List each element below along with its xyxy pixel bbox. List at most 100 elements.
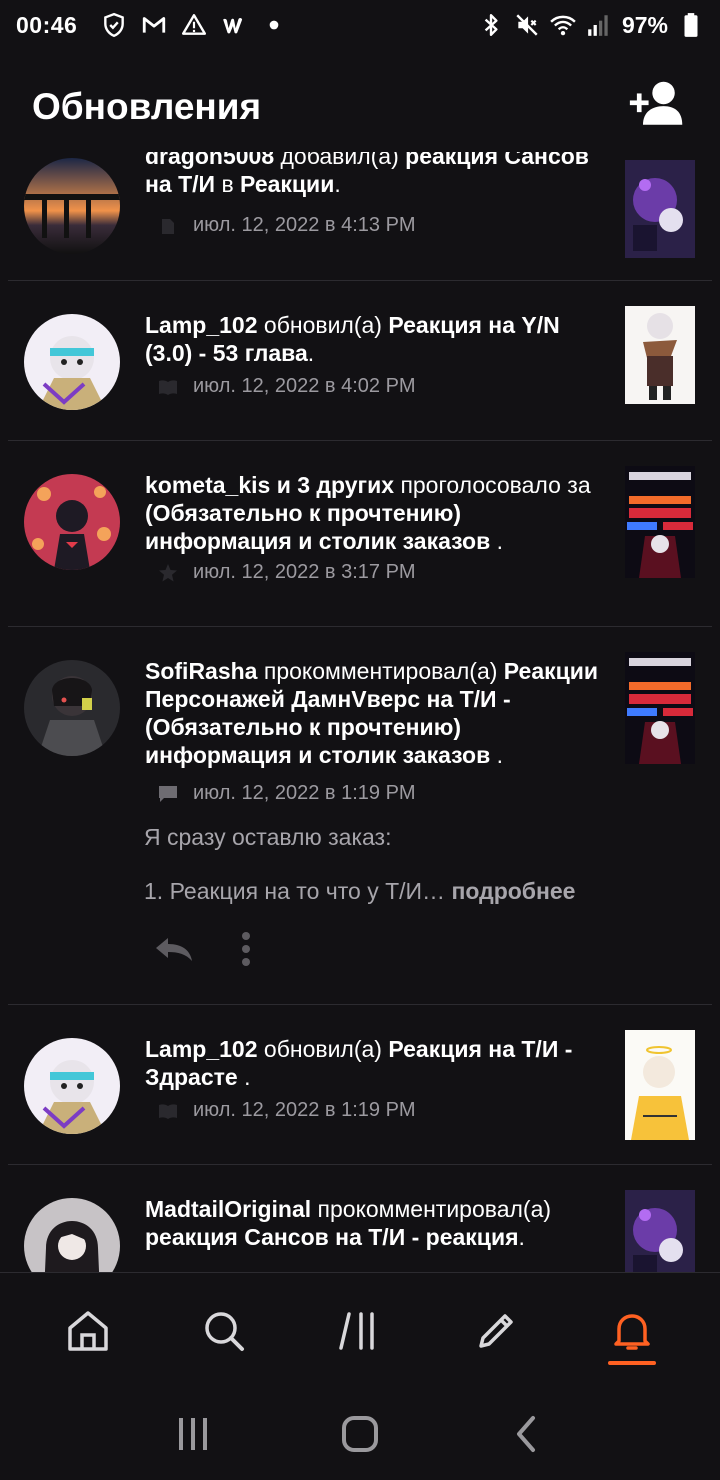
update-action: прокомментировал(а) [263, 658, 498, 684]
battery-icon [678, 12, 704, 38]
comment-preview: Я сразу оставлю заказ: 1. Реакция на то … [144, 823, 614, 905]
update-text: Lamp_102 обновил(а) Реакция на Т/И - Здр… [145, 1035, 605, 1091]
update-time: июл. 12, 2022 в 3:17 PM [193, 561, 416, 583]
app-header: Обновления [0, 62, 720, 152]
bluetooth-icon [478, 12, 504, 38]
update-action: обновил(а) [263, 1036, 382, 1062]
add-friend-icon [629, 81, 683, 125]
username[interactable]: dragon5008 [145, 152, 274, 169]
story-title[interactable]: реакция Сансов на Т/И - реакция [145, 1224, 519, 1250]
back-button[interactable] [497, 1404, 557, 1464]
update-suffix: . [307, 340, 315, 366]
nav-notifications[interactable] [592, 1291, 672, 1371]
reply-icon [156, 938, 192, 961]
mute-icon [514, 12, 540, 38]
list-item[interactable]: SofiRasha прокомментировал(а) Реакции Пе… [8, 627, 712, 1005]
story-title[interactable]: (Обязательно к прочтению) информация и с… [145, 500, 490, 554]
update-meta: июл. 12, 2022 в 1:19 PM [157, 782, 416, 805]
username[interactable]: kometa_kis и 3 других [145, 472, 394, 498]
avatar[interactable] [24, 660, 120, 756]
recents-button[interactable] [163, 1404, 223, 1464]
list-item[interactable]: Lamp_102 обновил(а) Реакция на Т/И - Здр… [8, 1005, 712, 1165]
update-suffix: . [518, 1224, 525, 1250]
nav-write[interactable] [456, 1291, 536, 1371]
update-action: проголосовало за [400, 472, 591, 498]
story-cover[interactable] [625, 1190, 695, 1272]
update-text: MadtailOriginal прокомментировал(а) реак… [145, 1195, 605, 1251]
list-item[interactable]: Lamp_102 обновил(а) Реакция на Y/N (3.0)… [8, 281, 712, 441]
avatar[interactable] [24, 314, 120, 410]
battery-percent: 97% [621, 11, 668, 38]
active-tab-indicator [608, 1360, 656, 1365]
reading-list-icon [157, 215, 179, 237]
more-options-button[interactable] [240, 931, 252, 972]
story-cover[interactable] [625, 652, 695, 764]
page-title: Обновления [32, 86, 262, 127]
nav-search[interactable] [184, 1291, 264, 1371]
update-suffix: . [496, 528, 503, 554]
update-action: обновил(а) [263, 312, 382, 338]
username[interactable]: MadtailOriginal [145, 1196, 311, 1222]
home-button[interactable] [330, 1404, 390, 1464]
comment-line: 1. Реакция на то что у Т/И… [144, 878, 446, 904]
dot-icon [261, 12, 287, 38]
more-vertical-icon [242, 932, 250, 966]
username[interactable]: Lamp_102 [145, 1036, 258, 1062]
star-icon [157, 562, 179, 584]
story-cover[interactable] [625, 1030, 695, 1140]
update-suffix: . [244, 1064, 251, 1090]
comment-line: Я сразу оставлю заказ: [144, 824, 392, 850]
read-more-link[interactable]: подробнее [451, 878, 575, 904]
reading-list-name[interactable]: Реакции [240, 171, 334, 197]
username[interactable]: SofiRasha [145, 658, 257, 684]
update-text: dragon5008 добавил(а) реакция Сансов на … [145, 152, 605, 198]
search-icon [205, 1311, 244, 1351]
library-icon [339, 1311, 374, 1350]
update-suffix: . [334, 171, 341, 197]
reply-button[interactable] [152, 934, 196, 969]
add-friend-button[interactable] [626, 76, 688, 138]
update-suffix: . [496, 742, 503, 768]
avatar[interactable] [24, 474, 120, 570]
status-bar: 00:46 97% [0, 0, 720, 50]
home-button-icon [341, 1416, 378, 1452]
update-action: прокомментировал(а) [317, 1196, 552, 1222]
back-icon [516, 1416, 535, 1452]
home-icon [68, 1310, 108, 1351]
wattpad-icon [221, 12, 247, 38]
gmail-icon [141, 12, 167, 38]
update-meta: июл. 12, 2022 в 4:13 PM [157, 214, 416, 237]
list-item[interactable]: dragon5008 добавил(а) реакция Сансов на … [8, 152, 712, 281]
avatar[interactable] [24, 158, 120, 254]
update-extra-prefix: в [221, 171, 234, 197]
book-icon [157, 376, 179, 398]
signal-icon [586, 12, 612, 38]
shield-icon [101, 12, 127, 38]
list-item[interactable]: MadtailOriginal прокомментировал(а) реак… [8, 1165, 712, 1272]
status-time: 00:46 [16, 11, 78, 38]
update-text: kometa_kis и 3 других проголосовало за (… [145, 471, 605, 555]
avatar[interactable] [24, 1198, 120, 1272]
update-time: июл. 12, 2022 в 1:19 PM [193, 1099, 416, 1121]
update-text: Lamp_102 обновил(а) Реакция на Y/N (3.0)… [145, 311, 605, 367]
update-action: добавил(а) [280, 152, 399, 169]
avatar[interactable] [24, 1038, 120, 1134]
story-cover[interactable] [625, 306, 695, 404]
bottom-navigation [0, 1272, 720, 1388]
nav-home[interactable] [48, 1291, 128, 1371]
username[interactable]: Lamp_102 [145, 312, 258, 338]
list-item[interactable]: kometa_kis и 3 других проголосовало за (… [8, 441, 712, 627]
update-time: июл. 12, 2022 в 4:02 PM [193, 375, 416, 397]
wifi-icon [550, 12, 576, 38]
story-cover[interactable] [625, 466, 695, 578]
update-time: июл. 12, 2022 в 1:19 PM [193, 782, 416, 804]
nav-library[interactable] [320, 1291, 400, 1371]
comment-actions [152, 931, 252, 972]
updates-feed[interactable]: dragon5008 добавил(а) реакция Сансов на … [0, 152, 720, 1272]
update-meta: июл. 12, 2022 в 1:19 PM [157, 1099, 416, 1122]
warning-icon [181, 12, 207, 38]
update-meta: июл. 12, 2022 в 4:02 PM [157, 375, 416, 398]
write-icon [479, 1313, 513, 1348]
update-text: SofiRasha прокомментировал(а) Реакции Пе… [145, 657, 605, 769]
story-cover[interactable] [625, 160, 695, 258]
